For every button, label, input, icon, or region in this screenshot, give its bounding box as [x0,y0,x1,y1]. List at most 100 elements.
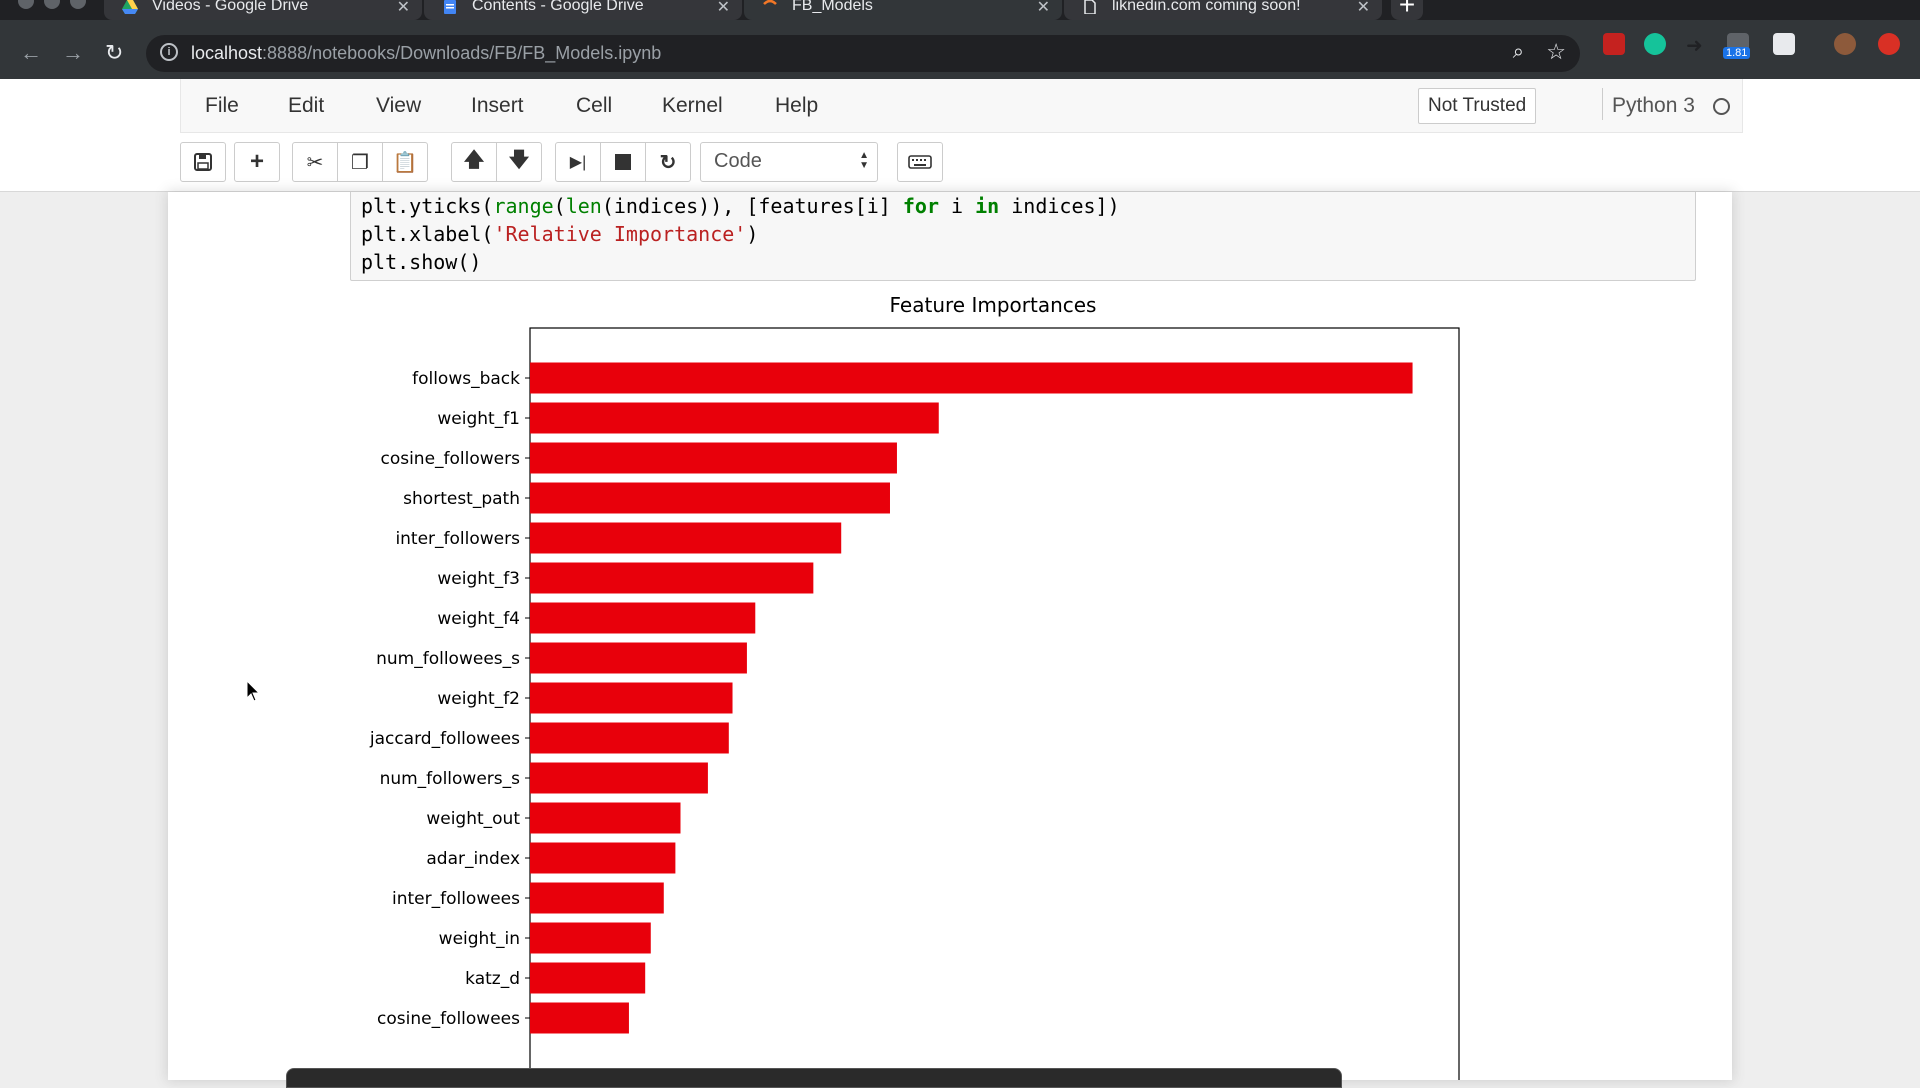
bar-adar_index [530,842,676,874]
tab-close-icon[interactable]: ✕ [717,0,730,17]
run-button[interactable]: ▶| [555,142,601,182]
copy-icon: ❐ [351,151,369,174]
move-up-button[interactable]: 🡅 [451,142,497,182]
paste-button[interactable]: 📋 [382,142,428,182]
tab-title: Videos - Google Drive [152,0,309,14]
bar-weight_f4 [530,602,756,634]
kernel-name: Python 3 [1612,94,1695,117]
insert-group: + [234,142,280,182]
ytick-label: cosine_followees [377,1009,520,1029]
bar-cosine_followers [530,442,897,474]
bar-shortest_path [530,482,890,514]
profile-avatar[interactable] [1834,33,1856,55]
google-drive-icon [122,0,138,14]
copy-button[interactable]: ❐ [337,142,383,182]
move-down-button[interactable]: 🡇 [496,142,542,182]
arrow-down-icon: 🡇 [508,149,530,171]
tab-liknedin[interactable]: liknedin.com coming soon! ✕ [1064,0,1382,20]
ytick-label: num_followees_s [376,649,520,669]
ytick-label: inter_followers [395,529,520,549]
arrow-up-icon: 🡅 [463,149,485,171]
tab-close-icon[interactable]: ✕ [1037,0,1050,17]
command-palette-button[interactable] [897,142,943,182]
menu-help[interactable]: Help [775,94,818,118]
new-tab-button[interactable]: + [1391,0,1423,20]
bar-num_followees_s [530,642,747,674]
tab-contents-google-drive[interactable]: Contents - Google Drive ✕ [424,0,742,20]
google-docs-icon [444,0,456,14]
select-arrows-icon: ▲ ▼ [859,150,869,171]
scissors-icon: ✂ [306,151,324,174]
site-info-icon[interactable]: i [160,43,178,61]
run-group: ▶| ↻ [555,142,691,182]
tab-videos-google-drive[interactable]: Videos - Google Drive ✕ [104,0,422,20]
ytick-label: inter_followees [392,889,520,909]
browser-toolbar: ← → ↻ i localhost:8888/notebooks/Downloa… [0,20,1920,79]
back-arrow-icon[interactable]: ← [20,40,42,66]
window-minimize-button[interactable] [44,0,60,9]
zoom-icon[interactable]: ⌕ [1513,41,1524,64]
paste-icon: 📋 [392,151,418,174]
edit-group: ✂ ❐ 📋 [292,142,428,182]
jupyter-header: File Edit View Insert Cell Kernel Help N… [0,79,1920,192]
browser-tabstrip: Videos - Google Drive ✕ Contents - Googl… [0,0,1920,20]
bar-weight_out [530,802,681,834]
badge-extension-icon[interactable]: 1.81 [1723,33,1751,59]
save-button[interactable] [180,142,226,182]
plus-icon: + [249,148,264,175]
chart-title: Feature Importances [890,293,1097,317]
tab-title: liknedin.com coming soon! [1112,0,1301,14]
reload-icon[interactable]: ↻ [105,40,123,66]
ytick-label: cosine_followers [380,449,520,469]
ytick-label: weight_f3 [437,569,520,589]
menu-file[interactable]: File [205,94,239,118]
insert-cell-button[interactable]: + [234,142,280,182]
update-icon[interactable] [1878,33,1900,55]
window-close-button[interactable] [18,0,34,9]
tab-fb-models[interactable]: FB_Models ✕ [744,0,1062,20]
menu-kernel[interactable]: Kernel [662,94,723,118]
address-bar[interactable]: i localhost:8888/notebooks/Downloads/FB/… [146,35,1580,72]
ytick-label: weight_out [426,809,520,829]
window-maximize-button[interactable] [70,0,86,9]
ytick-label: num_followers_s [380,769,521,789]
tab-close-icon[interactable]: ✕ [397,0,410,17]
arrow-extension-icon[interactable]: ➜ [1686,33,1708,57]
bar-cosine_followees [530,1002,629,1034]
menu-insert[interactable]: Insert [471,94,524,118]
stop-icon [615,154,631,170]
bar-inter_followers [530,522,842,554]
save-group [180,142,226,182]
menu-cell[interactable]: Cell [576,94,612,118]
forward-arrow-icon[interactable]: → [62,40,84,66]
mouse-cursor-icon [246,680,261,702]
menu-view[interactable]: View [376,94,421,118]
tab-close-icon[interactable]: ✕ [1357,0,1370,17]
interrupt-button[interactable] [600,142,646,182]
ytick-label: weight_f2 [437,689,520,709]
cell-type-select[interactable]: Code ▲ ▼ [700,142,878,182]
ytick-label: weight_in [439,929,520,949]
menu-edit[interactable]: Edit [288,94,324,118]
bar-inter_followees [530,882,664,914]
gmail-extension-icon[interactable] [1603,33,1625,55]
not-trusted-button[interactable]: Not Trusted [1418,88,1537,124]
save-icon [194,153,212,171]
code-editor[interactable]: plt.yticks(range(len(indices)), [feature… [361,192,1120,276]
bookmark-star-icon[interactable]: ☆ [1546,39,1566,65]
tab-title: FB_Models [792,0,873,14]
document-extension-icon[interactable] [1773,33,1795,55]
ytick-label: adar_index [426,849,520,869]
cut-button[interactable]: ✂ [292,142,338,182]
ytick-label: weight_f4 [437,609,520,629]
grammarly-extension-icon[interactable] [1644,33,1666,55]
step-forward-icon: ▶| [569,154,587,171]
kernel-divider [1602,88,1603,120]
palette-group [897,142,943,182]
bar-jaccard_followees [530,722,729,754]
code-cell-input[interactable]: plt.yticks(range(len(indices)), [feature… [350,192,1696,281]
jupyter-icon [763,0,777,5]
feature-importance-chart: Feature Importances follows_back weight_f… [369,293,1460,1080]
restart-button[interactable]: ↻ [645,142,691,182]
url-text[interactable]: localhost:8888/notebooks/Downloads/FB/FB… [191,43,661,64]
